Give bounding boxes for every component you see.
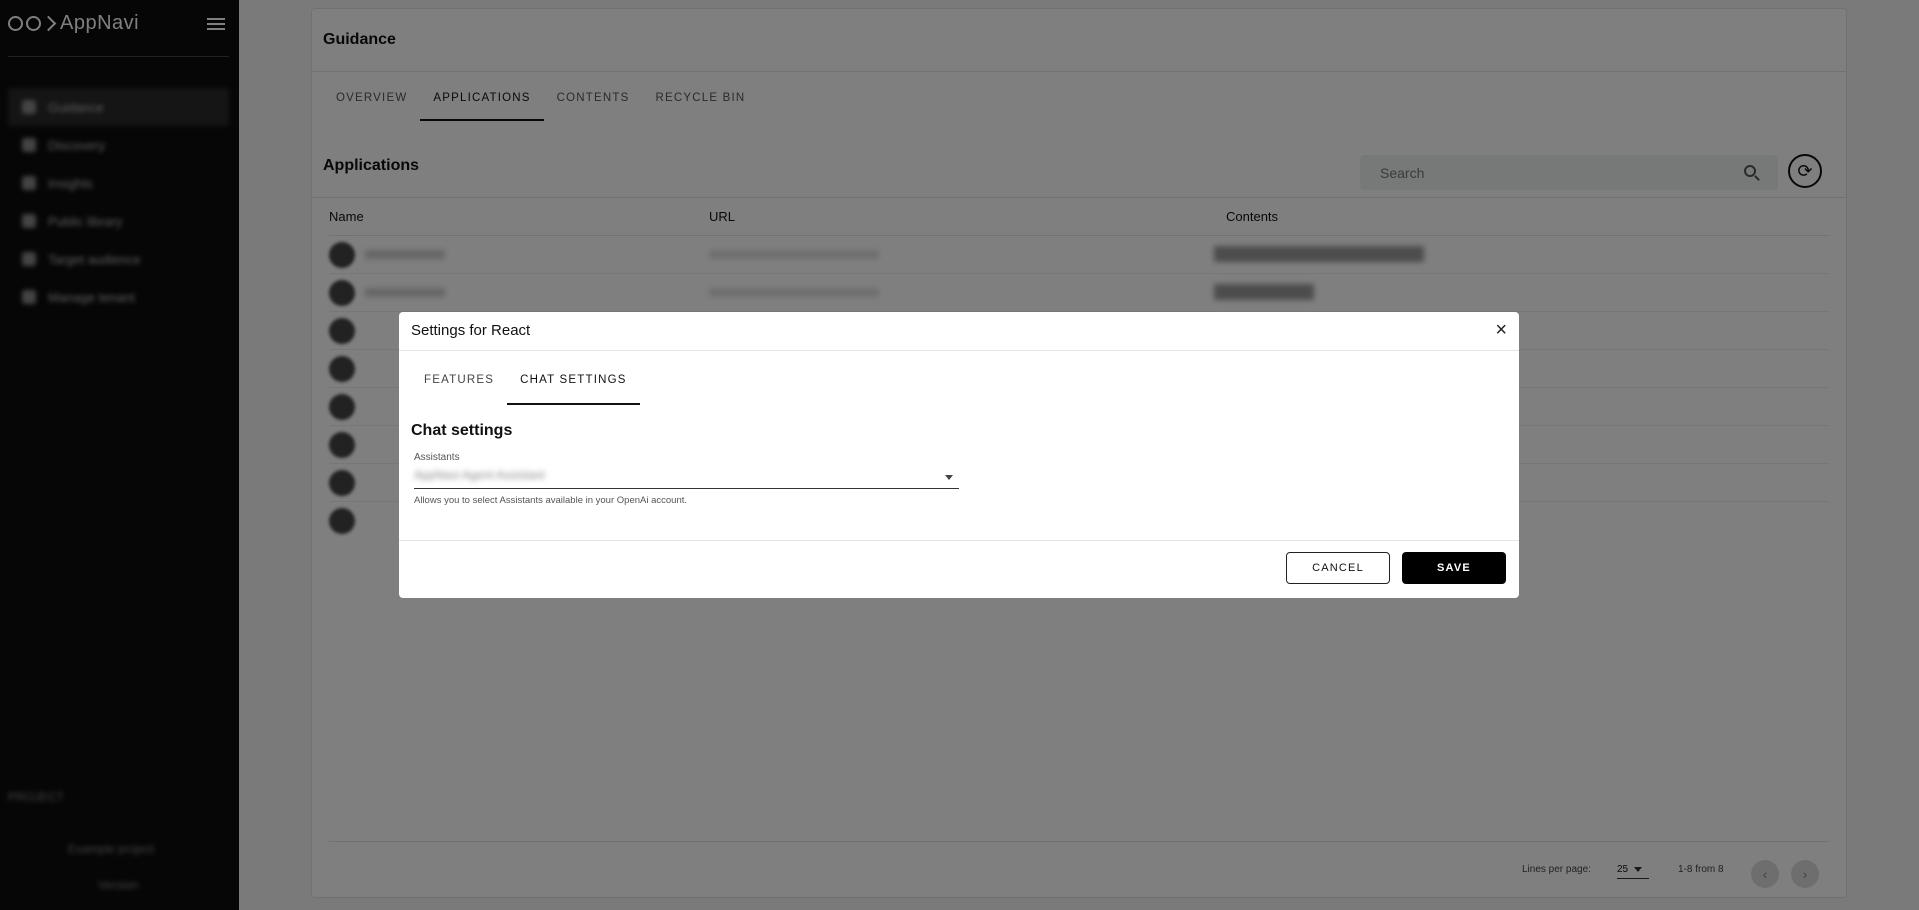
close-icon[interactable]: × <box>1495 320 1507 340</box>
tab-features[interactable]: FEATURES <box>411 372 507 405</box>
dialog-tabs: FEATURES CHAT SETTINGS <box>411 372 640 405</box>
assistants-label: Assistants <box>414 452 460 463</box>
dialog-title: Settings for React <box>411 322 531 339</box>
settings-dialog: Settings for React × FEATURES CHAT SETTI… <box>399 312 1519 598</box>
assistants-helper-text: Allows you to select Assistants availabl… <box>414 495 688 506</box>
tab-chat-settings[interactable]: CHAT SETTINGS <box>507 372 640 405</box>
divider <box>399 350 1519 351</box>
chat-settings-heading: Chat settings <box>411 422 513 439</box>
divider <box>399 540 1519 541</box>
save-button[interactable]: SAVE <box>1402 552 1506 584</box>
assistants-select[interactable]: AppNavi Agent Assistant <box>414 465 959 489</box>
cancel-button[interactable]: CANCEL <box>1286 552 1390 584</box>
chevron-down-icon <box>945 475 953 480</box>
assistants-value: AppNavi Agent Assistant <box>414 468 545 482</box>
